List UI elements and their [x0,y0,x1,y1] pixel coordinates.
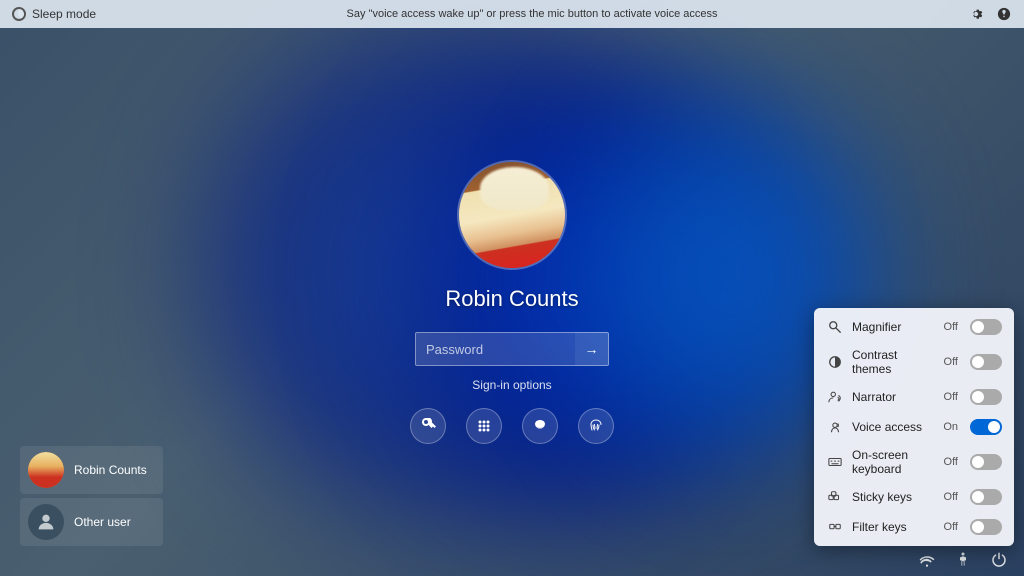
filter-keys-toggle[interactable] [970,519,1002,535]
magnifier-label: Magnifier [852,320,936,334]
sleep-label: Sleep mode [32,7,96,21]
windows-hello-signin-button[interactable] [522,408,558,444]
access-osk-row[interactable]: On-screen keyboard Off [814,442,1014,482]
narrator-status: Off [944,391,958,403]
topbar: Sleep mode Say "voice access wake up" or… [0,0,1024,28]
voice-access-icon [826,418,844,436]
access-contrast-row[interactable]: Contrast themes Off [814,342,1014,382]
password-input[interactable] [415,332,575,366]
password-row: → [415,332,609,366]
contrast-icon [826,353,844,371]
filter-keys-status: Off [944,521,958,533]
fingerprint-signin-button[interactable] [578,408,614,444]
avatar-hair [480,167,549,209]
password-submit-button[interactable]: → [575,332,609,366]
avatar-face [459,162,565,268]
robin-avatar-small [28,452,64,488]
sticky-keys-status: Off [944,491,958,503]
user-item-other[interactable]: Other user [20,498,163,546]
user-avatar [457,160,567,270]
accessibility-bottom-icon[interactable] [954,551,972,574]
help-icon[interactable] [996,6,1012,22]
robin-user-label: Robin Counts [74,463,147,477]
contrast-label: Contrast themes [852,348,936,376]
user-switcher: Robin Counts Other user [20,446,163,546]
pin-signin-button[interactable] [466,408,502,444]
power-icon[interactable] [990,551,1008,574]
filter-keys-label: Filter keys [852,520,936,534]
contrast-status: Off [944,356,958,368]
osk-label: On-screen keyboard [852,448,936,476]
filter-keys-icon [826,518,844,536]
narrator-toggle[interactable] [970,389,1002,405]
osk-icon [826,453,844,471]
access-narrator-row[interactable]: Narrator Off [814,382,1014,412]
access-sticky-row[interactable]: Sticky keys Off [814,482,1014,512]
user-name-display: Robin Counts [445,286,578,312]
key-signin-button[interactable] [410,408,446,444]
user-item-robin[interactable]: Robin Counts [20,446,163,494]
contrast-toggle[interactable] [970,354,1002,370]
sleep-icon [12,7,26,21]
osk-toggle[interactable] [970,454,1002,470]
sticky-keys-icon [826,488,844,506]
accessibility-panel: Magnifier Off Contrast themes Off Narrat… [814,308,1014,546]
other-user-label: Other user [74,515,131,529]
wifi-icon[interactable] [918,551,936,574]
topbar-right [968,6,1012,22]
signin-options-icons [410,408,614,444]
sign-in-options-link[interactable]: Sign-in options [472,378,551,392]
voice-access-status: On [943,421,958,433]
access-voice-row[interactable]: Voice access On [814,412,1014,442]
sticky-keys-toggle[interactable] [970,489,1002,505]
other-user-avatar-small [28,504,64,540]
magnifier-status: Off [944,321,958,333]
narrator-label: Narrator [852,390,936,404]
narrator-icon [826,388,844,406]
access-magnifier-row[interactable]: Magnifier Off [814,312,1014,342]
bottombar [0,548,1024,576]
topbar-notification: Say "voice access wake up" or press the … [96,8,968,20]
magnifier-toggle[interactable] [970,319,1002,335]
settings-icon[interactable] [968,6,984,22]
topbar-left: Sleep mode [12,7,96,21]
osk-status: Off [944,456,958,468]
access-filter-row[interactable]: Filter keys Off [814,512,1014,542]
voice-access-label: Voice access [852,420,935,434]
sticky-keys-label: Sticky keys [852,490,936,504]
voice-access-toggle[interactable] [970,419,1002,435]
magnifier-icon [826,318,844,336]
